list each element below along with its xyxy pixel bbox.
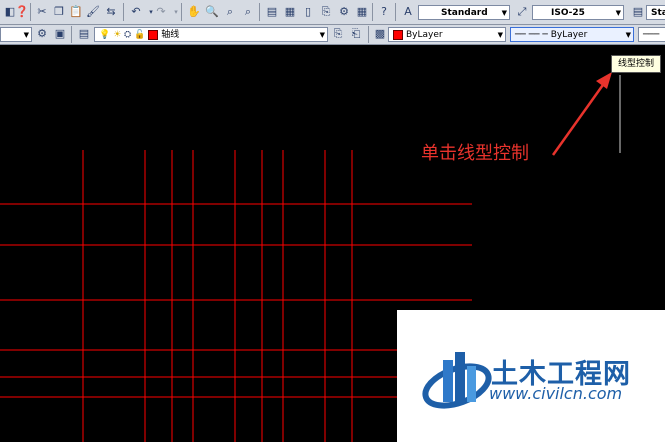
zoom-previous-icon[interactable]: ⌕ [240,4,256,20]
pan-icon[interactable]: ✋ [186,4,202,20]
table-style-icon[interactable]: ▤ [630,4,646,20]
viewport-freeze-icon: ⛭ [124,30,132,40]
chevron-down-icon: ▼ [625,31,631,39]
layer-select[interactable]: 💡 ☀ ⛭ 🔓 轴线 ▼ [94,27,328,42]
separator [30,3,31,21]
lineweight-control[interactable]: ─── [638,27,665,42]
help-icon[interactable]: ? [376,4,392,20]
zoom-window-icon[interactable]: ⌕ [222,4,238,20]
watermark-logo: 土木工程网 www.civilcn.com [397,310,665,442]
cut-icon[interactable]: ✂ [34,4,50,20]
text-style-select[interactable]: Standard ▼ [418,5,510,20]
separator [395,3,396,21]
table-style-select[interactable]: Sta [646,5,665,20]
markup-icon[interactable]: ⚙ [336,4,352,20]
design-center-icon[interactable]: ▦ [282,4,298,20]
chevron-down-icon: ▼ [23,31,29,39]
layer-name: 轴线 [161,30,180,40]
separator [181,3,182,21]
chevron-down-icon: ▼ [615,9,621,17]
standard-toolbar: ◧ ❓ ✂ ❐ 📋 🖌 ⇆ ↶ ▾ ↷ ▾ ✋ 🔍 ⌕ ⌕ ▤ ▦ ▯ ⎘ ⚙ … [0,0,665,25]
separator [372,3,373,21]
calculator-icon[interactable]: ▦ [354,4,370,20]
chevron-down-icon: ▼ [497,31,503,39]
lineweight-preview-icon: ─── [643,30,660,40]
workspace-select[interactable]: ▼ [0,27,32,42]
match-properties-icon[interactable]: 🖌 [85,4,101,20]
lock-icon: 🔓 [134,30,146,40]
undo-icon[interactable]: ↶ [128,4,144,20]
linetype-control-tooltip: 线型控制 [611,55,661,73]
brand-url: www.civilcn.com [489,384,623,403]
layers-properties-toolbar: ▼ ⚙ ▣ ▤ 💡 ☀ ⛭ 🔓 轴线 ▼ ⎘ ⎗ ▩ ByLayer ▼ ── … [0,25,665,45]
layer-states-icon[interactable]: ▤ [76,26,92,42]
dim-style-value: ISO-25 [551,8,585,18]
zoom-realtime-icon[interactable]: 🔍 [204,4,220,20]
color-swatch [393,29,403,40]
dim-style-select[interactable]: ISO-25 ▼ [532,5,624,20]
linetype-preview-icon: ── ── ─ [515,30,548,40]
linetype-value: ByLayer [550,30,588,40]
separator [259,3,260,21]
layer-color-swatch [148,29,159,40]
color-picker-icon[interactable]: ▩ [372,26,388,42]
color-control[interactable]: ByLayer ▼ [388,27,506,42]
make-current-layer-icon[interactable]: ⎘ [330,26,346,42]
color-value: ByLayer [406,30,443,40]
tool-palettes-icon[interactable]: ▯ [300,4,316,20]
separator [71,26,72,43]
layer-manager-icon[interactable]: ▣ [52,26,68,42]
block-editor-icon[interactable]: ⇆ [103,4,119,20]
text-style-value: Standard [441,8,488,18]
table-style-value: Sta [651,8,665,18]
help-icon[interactable]: ❓ [14,4,30,20]
chevron-down-icon: ▼ [501,9,507,17]
bulb-icon: 💡 [99,30,111,40]
properties-palette-icon[interactable]: ▤ [264,4,280,20]
chevron-down-icon: ▼ [319,31,325,39]
building-logo-icon [422,352,492,409]
layer-previous-icon[interactable]: ⎗ [348,26,364,42]
annotation-label: 单击线型控制 [421,143,529,164]
annotation-arrow [551,72,612,156]
redo-icon[interactable]: ↷ [153,4,169,20]
sun-icon: ☀ [113,30,122,40]
sheet-set-icon[interactable]: ⎘ [318,4,334,20]
separator [368,26,369,43]
workspace-settings-icon[interactable]: ⚙ [34,26,50,42]
dimension-style-icon[interactable]: ⤢ [514,4,530,20]
text-style-icon[interactable]: A [400,4,416,20]
copy-icon[interactable]: ❐ [51,4,67,20]
linetype-control[interactable]: ── ── ─ ByLayer ▼ [510,27,634,42]
paste-icon[interactable]: 📋 [68,4,84,20]
separator [123,3,124,21]
